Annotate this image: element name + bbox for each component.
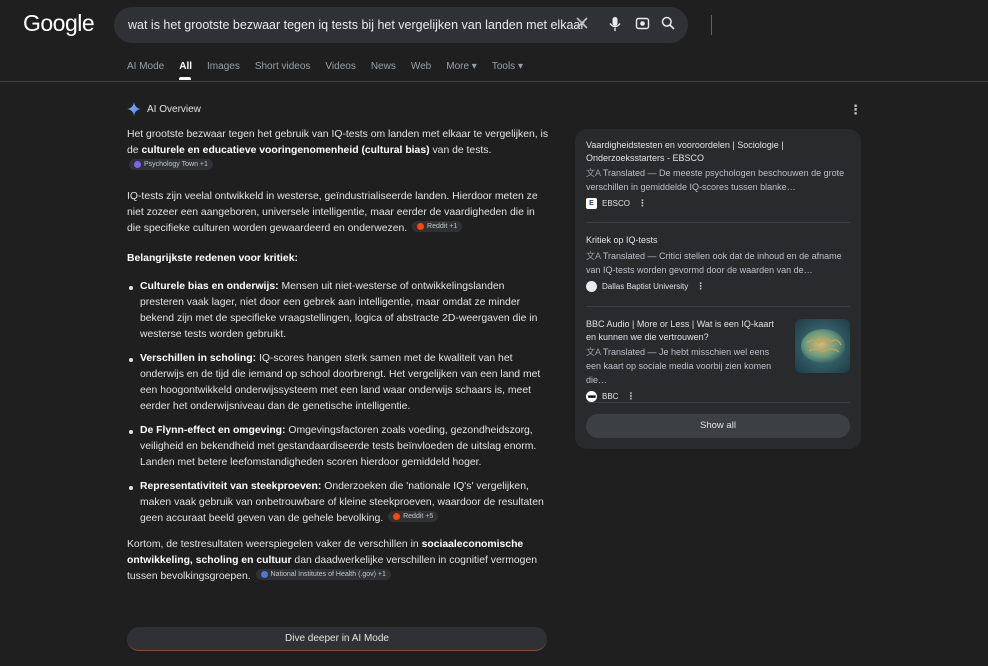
source-title[interactable]: BBC Audio | More or Less | Wat is een IQ… — [586, 318, 786, 343]
source-site: BBC — [602, 392, 619, 401]
source-divider — [586, 222, 850, 223]
source-title[interactable]: Kritiek op IQ-tests — [586, 234, 850, 247]
reddit-icon — [417, 223, 425, 230]
google-logo[interactable]: Google — [23, 10, 95, 37]
reasons-list: Culturele bias en onderwijs: Mensen uit … — [127, 279, 549, 527]
source-card-bbc[interactable]: BBC Audio | More or Less | Wat is een IQ… — [586, 318, 786, 402]
source-options-icon[interactable]: ⋮ — [696, 281, 705, 292]
translate-icon: 文A — [586, 250, 603, 261]
source-card-ebsco[interactable]: Vaardigheidstesten en vooroordelen | Soc… — [586, 139, 850, 209]
intro-text-bold: culturele en educatieve vooringenomenhei… — [141, 145, 430, 156]
source-meta: E EBSCO ⋮ — [586, 198, 850, 209]
list-item: Representativiteit van steekproeven: Ond… — [127, 479, 549, 527]
chip-label: Reddit +1 — [427, 223, 458, 230]
list-item: Verschillen in scholing: IQ-scores hange… — [127, 351, 549, 415]
source-chip-reddit[interactable]: Reddit +1 — [412, 221, 463, 232]
tab-ai-mode[interactable]: AI Mode — [127, 61, 164, 72]
search-tabs: AI Mode All Images Short videos Videos N… — [127, 61, 538, 72]
source-snippet: 文A Translated — De meeste psychologen be… — [586, 166, 850, 194]
translated-label: Translated — [602, 250, 646, 261]
translate-icon: 文A — [586, 347, 603, 357]
chip-label: National Institutes of Health (.gov) +1 — [270, 571, 386, 578]
brain-thumbnail-image[interactable] — [795, 319, 850, 373]
tab-videos[interactable]: Videos — [325, 61, 355, 72]
source-options-icon[interactable]: ⋮ — [626, 391, 635, 402]
dbu-icon — [586, 280, 597, 292]
tab-images[interactable]: Images — [207, 61, 240, 72]
search-divider — [711, 15, 712, 35]
sources-panel: Vaardigheidstesten en vooroordelen | Soc… — [575, 129, 861, 449]
reason-title: Representativiteit van steekproeven: — [140, 481, 322, 492]
ai-overview-label: AI Overview — [147, 103, 201, 115]
more-options-icon[interactable]: ⋮ — [849, 103, 862, 116]
source-site: Dallas Baptist University — [602, 281, 689, 291]
source-snippet: 文A Translated — Critici stellen ook dat … — [586, 249, 850, 277]
tab-all[interactable]: All — [179, 61, 192, 72]
list-item: De Flynn-effect en omgeving: Omgevingsfa… — [127, 423, 549, 471]
search-icon[interactable] — [659, 16, 677, 34]
source-title[interactable]: Vaardigheidstesten en vooroordelen | Soc… — [586, 139, 850, 164]
source-card-dbu[interactable]: Kritiek op IQ-tests 文A Translated — Crit… — [586, 234, 850, 292]
source-options-icon[interactable]: ⋮ — [638, 198, 647, 209]
search-input[interactable]: wat is het grootste bezwaar tegen iq tes… — [128, 18, 585, 32]
source-site: EBSCO — [602, 199, 631, 208]
tab-more[interactable]: More ▾ — [446, 61, 477, 72]
header-divider — [0, 81, 988, 82]
source-divider — [586, 306, 850, 307]
intro-text-c: van de tests. — [429, 145, 492, 156]
source-divider — [586, 402, 850, 403]
dive-deeper-button[interactable]: Dive deeper in AI Mode — [127, 627, 547, 651]
paragraph-intro: Het grootste bezwaar tegen het gebruik v… — [127, 127, 549, 175]
bbc-icon: ■■■ — [586, 391, 597, 402]
ai-overview-header: AI Overview — [127, 102, 201, 116]
microphone-icon[interactable] — [606, 16, 624, 34]
ai-overview-body: Het grootste bezwaar tegen het gebruik v… — [127, 127, 549, 599]
paragraph-origin: IQ-tests zijn veelal ontwikkeld in weste… — [127, 189, 549, 237]
search-bar[interactable]: wat is het grootste bezwaar tegen iq tes… — [114, 7, 712, 43]
sparkle-icon — [127, 102, 141, 116]
translate-icon: 文A — [586, 168, 603, 178]
chip-label: Psychology Town +1 — [144, 161, 208, 168]
tab-web[interactable]: Web — [411, 61, 431, 72]
source-chip-reddit-5[interactable]: Reddit +5 — [388, 511, 439, 522]
source-chip-psychology-town[interactable]: Psychology Town +1 — [129, 159, 213, 170]
clear-icon[interactable] — [573, 16, 591, 34]
show-all-button[interactable]: Show all — [586, 414, 850, 438]
reddit-icon — [393, 513, 401, 520]
lens-icon[interactable] — [633, 16, 651, 34]
reason-title: Verschillen in scholing: — [140, 353, 257, 364]
ebsco-icon: E — [586, 198, 597, 209]
translated-label: Translated — [602, 168, 646, 178]
list-item: Culturele bias en onderwijs: Mensen uit … — [127, 279, 549, 343]
criticism-heading: Belangrijkste redenen voor kritiek: — [127, 253, 298, 264]
source-chip-nih[interactable]: National Institutes of Health (.gov) +1 — [255, 569, 391, 580]
psychology-town-icon — [134, 161, 141, 168]
origin-text: IQ-tests zijn veelal ontwikkeld in weste… — [127, 191, 538, 234]
active-tab-indicator — [179, 77, 191, 80]
chip-label: Reddit +5 — [403, 513, 434, 520]
source-meta: Dallas Baptist University ⋮ — [586, 280, 850, 292]
nih-icon — [260, 571, 268, 578]
translated-label: Translated — [602, 347, 646, 357]
tab-tools[interactable]: Tools ▾ — [492, 61, 523, 72]
paragraph-summary: Kortom, de testresultaten weerspiegelen … — [127, 537, 549, 585]
source-meta: ■■■ BBC ⋮ — [586, 391, 786, 402]
tab-short-videos[interactable]: Short videos — [255, 61, 311, 72]
source-snippet: 文A Translated — Je hebt misschien wel ee… — [586, 345, 786, 387]
tab-news[interactable]: News — [371, 61, 396, 72]
summary-text-a: Kortom, de testresultaten weerspiegelen … — [127, 539, 422, 550]
reason-title: Culturele bias en onderwijs: — [140, 281, 279, 292]
reason-title: De Flynn-effect en omgeving: — [140, 425, 286, 436]
